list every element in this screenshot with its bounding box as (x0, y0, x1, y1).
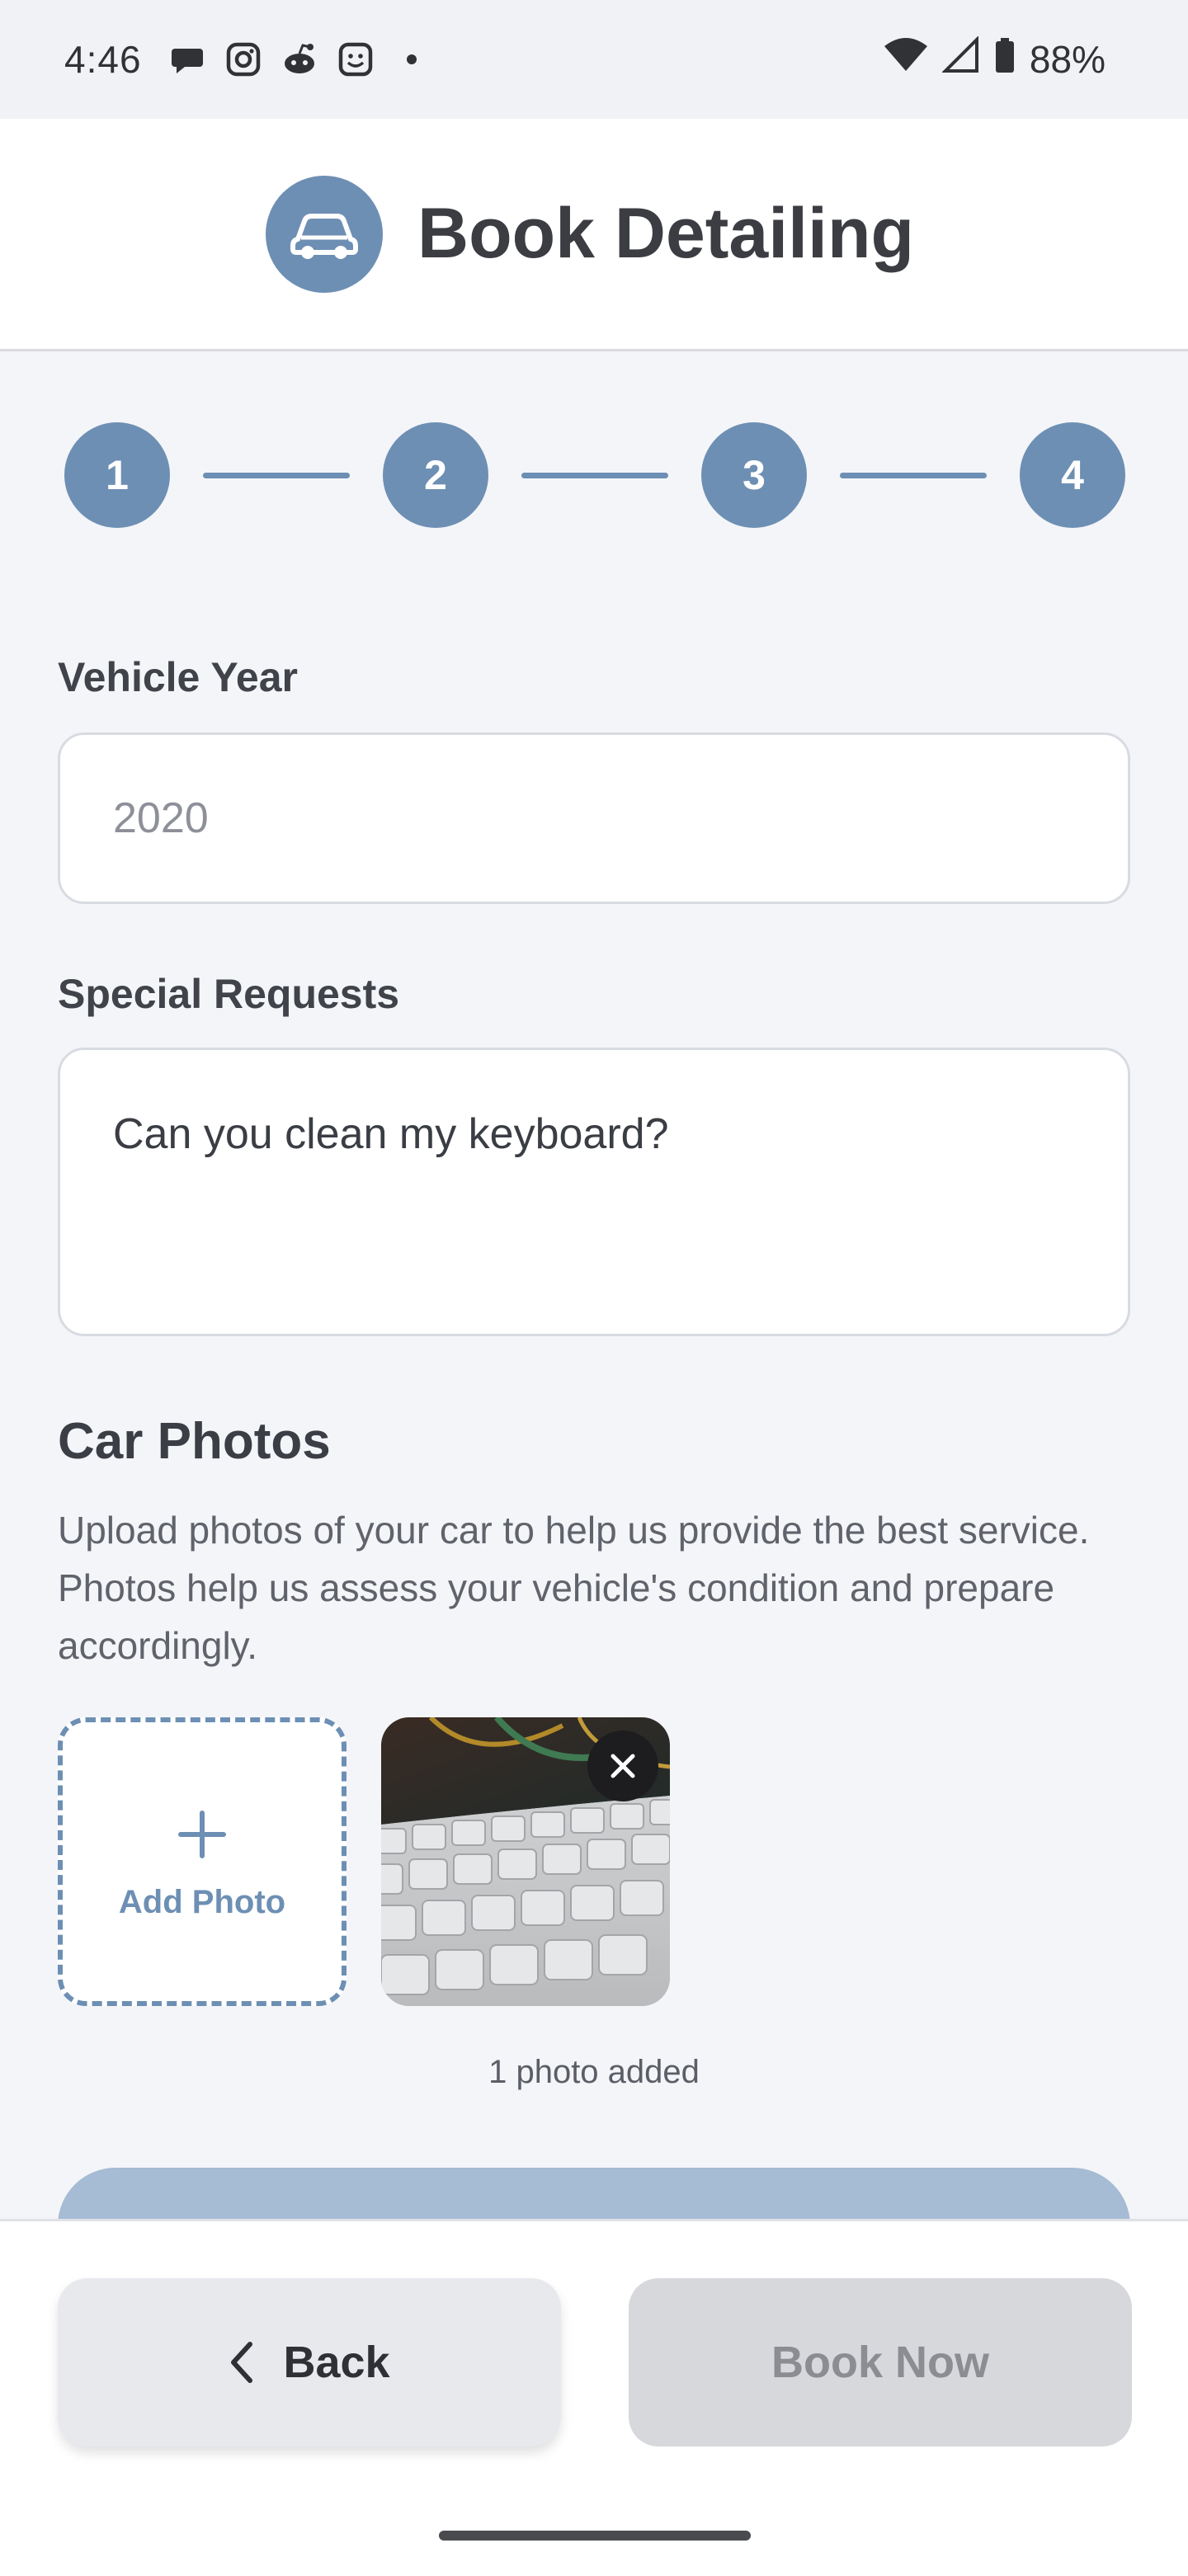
vehicle-year-placeholder: 2020 (113, 794, 209, 842)
car-icon (265, 175, 383, 293)
chevron-left-icon (229, 2341, 255, 2384)
step-connector (840, 472, 987, 478)
app-header: Book Detailing (0, 119, 1188, 351)
back-button-label: Back (283, 2338, 390, 2387)
status-bar: 4:46 88% (0, 0, 1188, 119)
step-1: 1 (64, 422, 170, 528)
book-now-button[interactable]: Book Now (629, 2278, 1132, 2446)
chat-icon (168, 40, 206, 78)
reddit-icon (280, 40, 318, 78)
back-button[interactable]: Back (58, 2278, 561, 2446)
progress-stepper: 1 2 3 4 (64, 422, 1125, 528)
add-photo-button[interactable]: Add Photo (58, 1717, 346, 2006)
wifi-icon (883, 36, 929, 83)
step-connector (203, 472, 350, 478)
signal-icon (941, 35, 980, 83)
step-3: 3 (701, 422, 807, 528)
vehicle-year-label: Vehicle Year (58, 654, 298, 700)
car-photos-description: Upload photos of your car to help us pro… (58, 1509, 1090, 1667)
add-photo-label: Add Photo (118, 1883, 286, 1920)
dot-icon (393, 40, 431, 78)
instagram-icon (224, 40, 262, 78)
book-now-label: Book Now (771, 2338, 989, 2387)
home-indicator[interactable] (439, 2531, 751, 2541)
status-bar-left: 4:46 (64, 37, 431, 82)
close-icon (610, 1754, 635, 1778)
page-title: Book Detailing (417, 194, 915, 273)
battery-percent: 88% (1029, 38, 1106, 81)
vehicle-year-input[interactable]: 2020 (58, 732, 1130, 904)
special-requests-label: Special Requests (58, 971, 400, 1017)
step-connector (521, 472, 668, 478)
plus-icon (176, 1803, 229, 1869)
smiley-icon (337, 40, 375, 78)
battery-icon (993, 36, 1016, 83)
special-requests-value: Can you clean my keyboard? (113, 1110, 669, 1158)
car-photos-title: Car Photos (58, 1413, 331, 1470)
remove-photo-button[interactable] (587, 1731, 658, 1801)
status-bar-right: 88% (883, 35, 1106, 83)
photo-count-text: 1 photo added (488, 2054, 700, 2090)
step-4: 4 (1020, 422, 1125, 528)
step-2: 2 (383, 422, 488, 528)
special-requests-textarea[interactable]: Can you clean my keyboard? (58, 1048, 1130, 1336)
status-time: 4:46 (64, 38, 142, 81)
